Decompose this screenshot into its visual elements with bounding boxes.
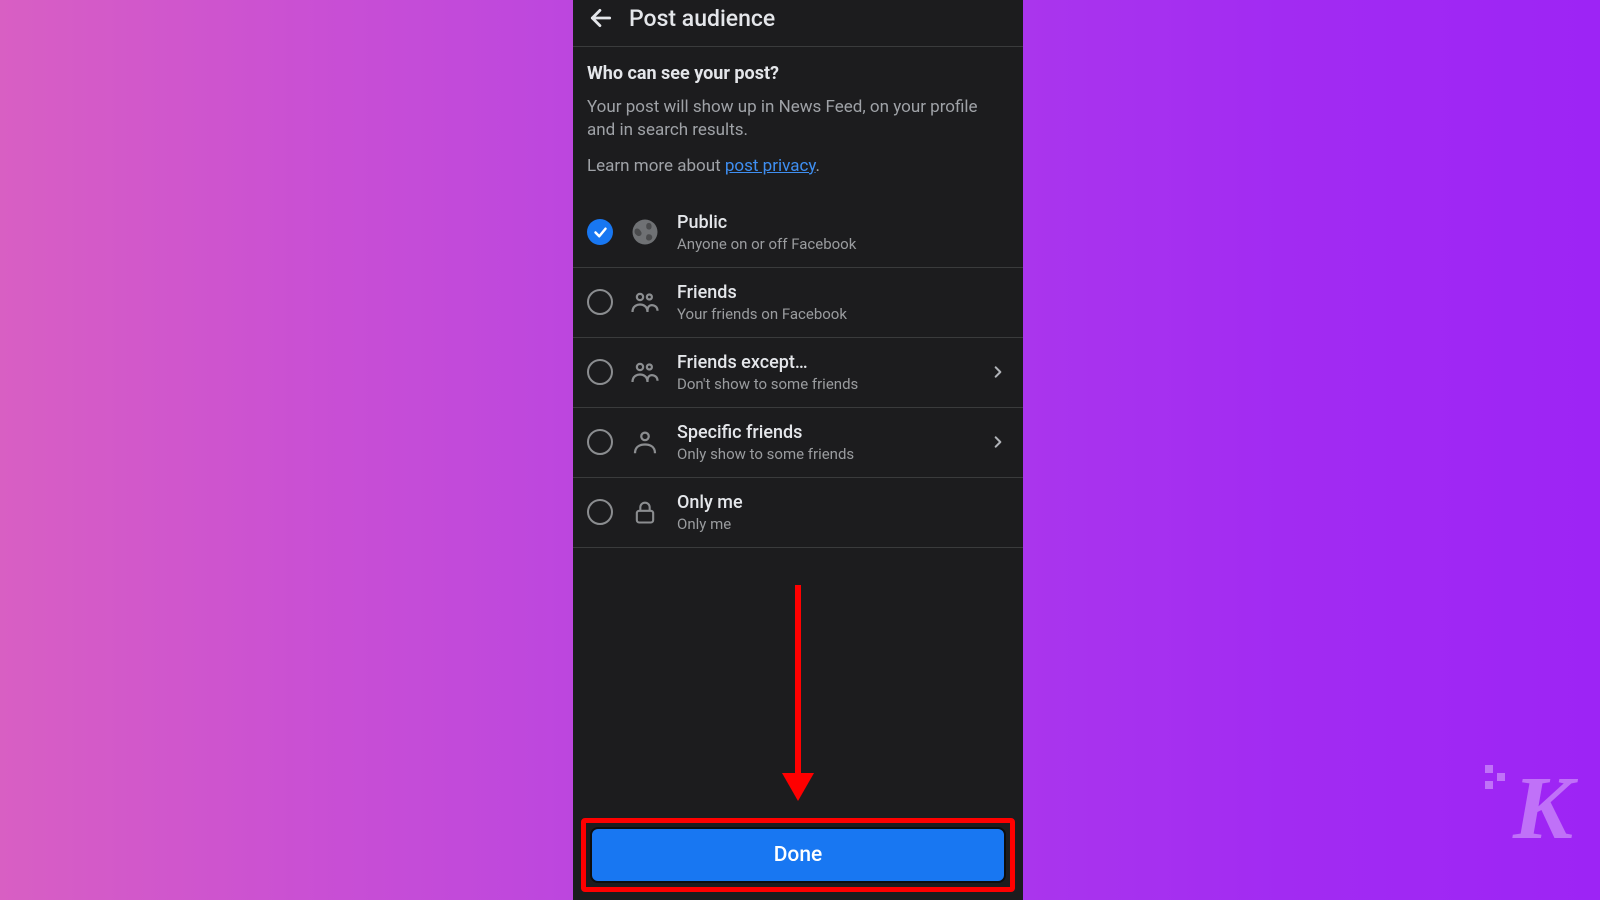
lock-icon — [629, 496, 661, 528]
option-friends-except-sub: Don't show to some friends — [677, 375, 971, 393]
post-privacy-link[interactable]: post privacy — [725, 156, 816, 176]
radio-public[interactable] — [587, 219, 613, 245]
option-only-me[interactable]: Only me Only me — [573, 478, 1023, 548]
option-only-me-sub: Only me — [677, 515, 1009, 533]
audience-option-list: Public Anyone on or off Facebook Friends… — [573, 198, 1023, 548]
option-public-title: Public — [677, 212, 1009, 233]
watermark-logo: K — [1513, 757, 1570, 860]
option-only-me-title: Only me — [677, 492, 1009, 513]
header-title: Post audience — [629, 5, 775, 32]
stage-background: Post audience Who can see your post? You… — [0, 0, 1600, 900]
option-friends-text: Friends Your friends on Facebook — [677, 282, 1009, 323]
learn-suffix: . — [816, 156, 820, 176]
check-icon — [593, 225, 608, 240]
option-friends-except-text: Friends except… Don't show to some frien… — [677, 352, 971, 393]
globe-icon — [629, 216, 661, 248]
people-minus-icon — [629, 356, 661, 388]
person-icon — [629, 426, 661, 458]
radio-specific-friends[interactable] — [587, 429, 613, 455]
option-friends[interactable]: Friends Your friends on Facebook — [573, 268, 1023, 338]
chevron-right-icon — [987, 431, 1009, 453]
option-specific-sub: Only show to some friends — [677, 445, 971, 463]
watermark-dots-icon — [1485, 765, 1507, 795]
back-button[interactable] — [587, 4, 615, 32]
intro-heading: Who can see your post? — [587, 63, 1009, 84]
learn-prefix: Learn more about — [587, 156, 725, 176]
option-friends-except-title: Friends except… — [677, 352, 971, 373]
radio-only-me[interactable] — [587, 499, 613, 525]
option-friends-except[interactable]: Friends except… Don't show to some frien… — [573, 338, 1023, 408]
done-button-highlight: Done — [581, 818, 1015, 892]
option-specific-friends[interactable]: Specific friends Only show to some frien… — [573, 408, 1023, 478]
option-public[interactable]: Public Anyone on or off Facebook — [573, 198, 1023, 268]
option-friends-sub: Your friends on Facebook — [677, 305, 1009, 323]
done-button[interactable]: Done — [590, 827, 1006, 883]
people-icon — [629, 286, 661, 318]
radio-friends[interactable] — [587, 289, 613, 315]
header-bar: Post audience — [573, 0, 1023, 47]
option-specific-text: Specific friends Only show to some frien… — [677, 422, 971, 463]
intro-learn-more: Learn more about post privacy. — [587, 156, 1009, 176]
watermark-text: K — [1513, 759, 1570, 858]
option-public-text: Public Anyone on or off Facebook — [677, 212, 1009, 253]
option-specific-title: Specific friends — [677, 422, 971, 443]
intro-section: Who can see your post? Your post will sh… — [573, 47, 1023, 186]
spacer — [573, 548, 1023, 818]
intro-body: Your post will show up in News Feed, on … — [587, 96, 1009, 142]
chevron-right-icon — [987, 361, 1009, 383]
phone-screen: Post audience Who can see your post? You… — [573, 0, 1023, 900]
option-friends-title: Friends — [677, 282, 1009, 303]
radio-friends-except[interactable] — [587, 359, 613, 385]
option-public-sub: Anyone on or off Facebook — [677, 235, 1009, 253]
option-only-me-text: Only me Only me — [677, 492, 1009, 533]
arrow-left-icon — [588, 5, 614, 31]
